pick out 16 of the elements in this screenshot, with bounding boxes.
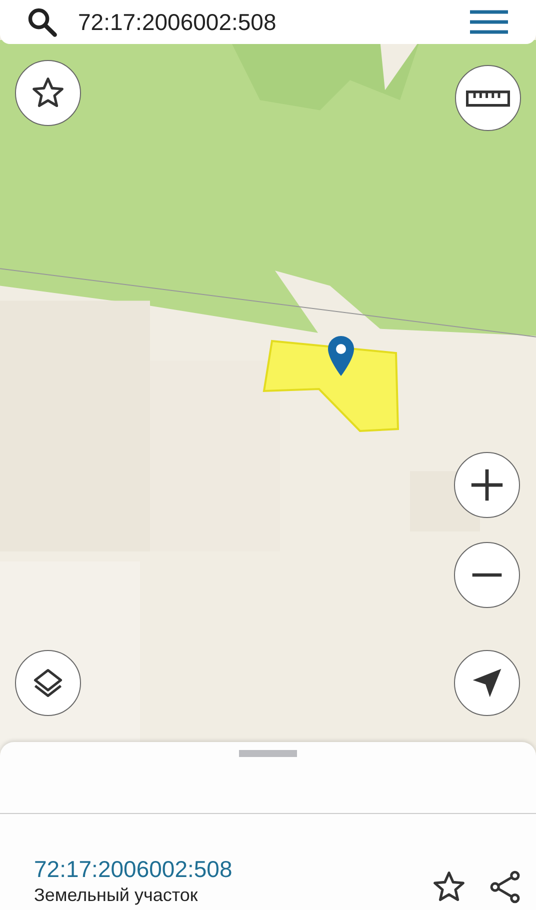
arrow-icon: [470, 666, 504, 700]
land-parcel[interactable]: [262, 339, 402, 435]
share-icon[interactable]: [488, 870, 522, 904]
search-field[interactable]: 72:17:2006002:508: [78, 8, 450, 36]
parcel-number: 72:17:2006002:508: [34, 856, 234, 883]
map-pin-icon: [327, 335, 355, 377]
menu-icon[interactable]: [470, 9, 508, 35]
favorite-icon[interactable]: [432, 870, 466, 904]
minus-icon: [470, 573, 504, 577]
drag-handle[interactable]: [239, 750, 297, 757]
layers-icon: [31, 666, 65, 700]
parcel-type: Земельный участок: [34, 885, 199, 906]
plus-icon: [470, 468, 504, 502]
search-icon[interactable]: [26, 6, 58, 38]
star-icon: [31, 76, 65, 110]
search-bar[interactable]: 72:17:2006002:508: [0, 0, 536, 44]
